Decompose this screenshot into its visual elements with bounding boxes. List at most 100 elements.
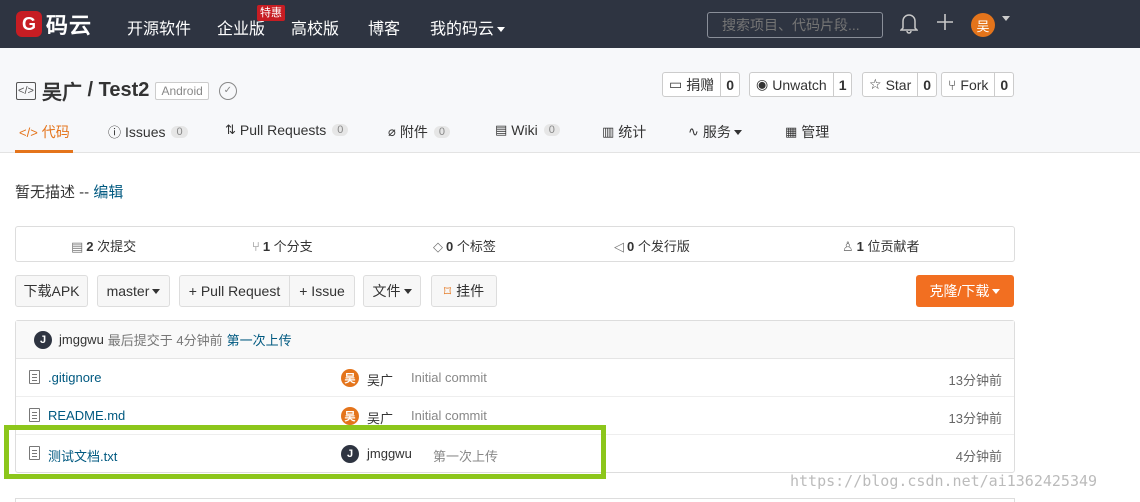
avatar-chevron-down-icon[interactable] — [1002, 16, 1010, 21]
watch-count[interactable]: 1 — [832, 73, 852, 96]
file-name-link[interactable]: .gitignore — [48, 370, 101, 385]
gift-icon: ▭ — [669, 76, 683, 92]
search-input[interactable] — [707, 12, 883, 38]
last-commit-bar: J jmggwu 最后提交于 4分钟前 第一次上传 — [16, 321, 1014, 359]
repo-description: 暂无描述 -- 编辑 — [15, 181, 123, 202]
commit-author[interactable]: jmggwu — [59, 332, 104, 347]
file-author-avatar[interactable]: 吴 — [341, 407, 359, 425]
file-icon — [29, 370, 40, 384]
stat-branches-count: 1 — [262, 239, 271, 254]
edit-description-link[interactable]: 编辑 — [93, 184, 123, 201]
file-author-avatar[interactable]: 吴 — [341, 369, 359, 387]
description-text: 暂无描述 -- — [15, 184, 94, 201]
tab-services[interactable]: ∿ 服务 — [688, 122, 742, 142]
star-label: Star — [885, 76, 912, 93]
unwatch-label: Unwatch — [772, 76, 827, 93]
repo-name[interactable]: Test2 — [99, 79, 150, 102]
file-menu-label: 文件 — [372, 283, 401, 299]
tab-code-label: 代码 — [41, 124, 70, 140]
donate-count[interactable]: 0 — [720, 73, 739, 96]
file-time: 13分钟前 — [948, 373, 1002, 388]
branch-icon: ⑂ — [252, 239, 260, 254]
next-panel-edge — [15, 498, 1015, 502]
release-icon: ◁ — [614, 239, 624, 254]
tab-stats-label: 统计 — [618, 124, 647, 140]
pendant-button[interactable]: ⌑ 挂件 — [431, 275, 497, 307]
document-icon: ▦ — [785, 124, 798, 139]
watermark: https://blog.csdn.net/ai1362425349 — [790, 472, 1098, 490]
logo-text: 码云 — [46, 13, 93, 38]
fork-icon: ⑂ — [948, 76, 957, 93]
logo[interactable]: G 码云 — [16, 0, 92, 48]
file-commit-message[interactable]: Initial commit — [411, 370, 487, 385]
unwatch-button[interactable]: ◉ Unwatch — [750, 73, 833, 96]
tab-code[interactable]: </> 代码 — [19, 122, 70, 142]
nav-education[interactable]: 高校版 — [291, 15, 339, 39]
donate-group: ▭ 捐赠 0 — [662, 72, 741, 97]
stat-commits[interactable]: ▤ 2 次提交 — [71, 236, 136, 255]
file-name-link[interactable]: README.md — [48, 408, 125, 423]
file-author[interactable]: 吴广 — [367, 370, 393, 389]
nav-blog[interactable]: 博客 — [368, 15, 400, 39]
stat-tags[interactable]: ◇ 0 个标签 — [433, 236, 496, 255]
pull-request-icon: ⇅ — [225, 122, 236, 137]
tag-icon: ◇ — [433, 239, 443, 254]
tab-stats[interactable]: ▥ 统计 — [602, 122, 646, 142]
repo-title: </> 吴广 / Test2 Android ✓ — [16, 76, 237, 105]
contributors-icon: ♙ — [842, 239, 854, 254]
repo-tag[interactable]: Android — [155, 81, 209, 100]
tab-attachments[interactable]: ⌀ 附件 0 — [388, 122, 450, 142]
tab-issues-count: 0 — [171, 125, 188, 138]
repo-owner[interactable]: 吴广 — [42, 76, 82, 105]
commit-author-avatar[interactable]: J — [34, 330, 52, 349]
file-menu-button[interactable]: 文件 — [363, 275, 421, 307]
user-avatar[interactable]: 吴 — [971, 13, 995, 37]
plus-icon[interactable] — [935, 11, 955, 39]
nav-my-gitee-label: 我的码云 — [430, 21, 495, 38]
star-group: ☆ Star 0 — [862, 72, 938, 97]
clone-chevron-down-icon — [992, 288, 1001, 294]
file-time: 13分钟前 — [948, 411, 1002, 426]
branch-chevron-down-icon — [152, 288, 161, 294]
stat-releases[interactable]: ◁ 0 个发行版 — [614, 236, 690, 255]
fork-button[interactable]: ⑂ Fork — [942, 73, 994, 96]
star-count[interactable]: 0 — [917, 73, 936, 96]
paperclip-icon: ⌀ — [388, 124, 396, 139]
stat-branches[interactable]: ⑂ 1 个分支 — [252, 236, 313, 255]
stat-commits-label: 次提交 — [93, 239, 137, 254]
new-pull-request-button[interactable]: + Pull Request — [179, 275, 290, 307]
star-button[interactable]: ☆ Star — [863, 73, 917, 96]
stat-commits-count: 2 — [86, 239, 94, 254]
nav-my-gitee[interactable]: 我的码云 — [430, 15, 506, 39]
branch-select[interactable]: master — [97, 275, 170, 307]
fork-count[interactable]: 0 — [994, 73, 1013, 96]
repo-header: </> 吴广 / Test2 Android ✓ ▭ 捐赠 0 ◉ Unwatch … — [0, 48, 1140, 153]
clone-download-button[interactable]: 克隆/下载 — [916, 275, 1014, 307]
badge-icon[interactable]: ✓ — [218, 81, 237, 100]
fork-label: Fork — [960, 76, 989, 93]
tab-attachments-count: 0 — [433, 126, 450, 138]
donate-button[interactable]: ▭ 捐赠 — [663, 73, 720, 96]
donate-label: 捐赠 — [686, 76, 715, 93]
tab-wiki-count: 0 — [543, 124, 560, 136]
stat-contributors[interactable]: ♙ 1 位贡献者 — [842, 236, 920, 255]
stat-tags-label: 个标签 — [453, 239, 496, 254]
nav-open-source[interactable]: 开源软件 — [127, 15, 191, 39]
file-commit-message[interactable]: Initial commit — [411, 408, 487, 423]
code-icon: </> — [16, 81, 36, 100]
commit-message-link[interactable]: 第一次上传 — [227, 330, 292, 349]
tab-wiki-label: Wiki — [511, 122, 538, 138]
new-issue-button[interactable]: + Issue — [289, 275, 355, 307]
tab-settings[interactable]: ▦ 管理 — [785, 122, 829, 142]
top-navbar: G 码云 开源软件 企业版 特惠 高校版 博客 我的码云 吴 — [0, 0, 1140, 48]
tab-issues[interactable]: ⓘ Issues 0 — [108, 122, 188, 141]
stat-releases-label: 个发行版 — [634, 239, 690, 254]
fork-group: ⑂ Fork 0 — [941, 72, 1015, 97]
tab-wiki[interactable]: ▤ Wiki 0 — [495, 122, 560, 138]
bell-icon[interactable] — [899, 12, 919, 40]
chevron-down-icon — [497, 27, 506, 33]
repo-stats-bar: ▤ 2 次提交 ⑂ 1 个分支 ◇ 0 个标签 ◁ 0 个发行版 ♙ 1 位贡献者 — [15, 226, 1015, 262]
tab-pull-requests[interactable]: ⇅ Pull Requests 0 — [225, 122, 349, 138]
book-icon: ▤ — [495, 122, 508, 137]
download-apk-button[interactable]: 下载APK — [15, 275, 88, 307]
